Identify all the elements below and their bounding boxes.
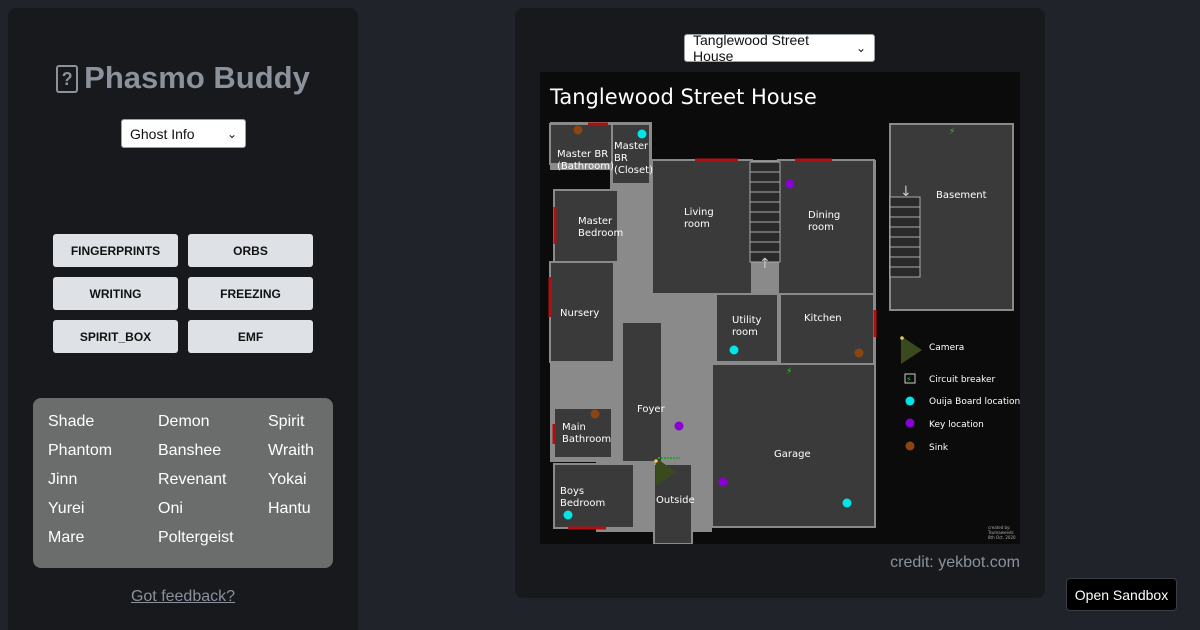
label-master-bedroom-2: Bedroom [578, 228, 623, 239]
label-living-room-1: Living [684, 207, 714, 218]
label-master-br-bathroom-1: Master BR [557, 149, 608, 160]
ghost-list: Shade Demon Spirit Phantom Banshee Wrait… [33, 398, 333, 568]
key-marker [674, 421, 684, 431]
key-marker [785, 179, 795, 189]
camera-dot [654, 459, 658, 463]
map-signature-3: 8th Oct. 2020 [988, 535, 1016, 540]
label-dining-room-2: room [808, 222, 834, 233]
sidebar: ? Phasmo Buddy Ghost Info ⌄ FINGERPRINTS … [8, 8, 358, 630]
label-master-br-bathroom-2: (Bathroom) [557, 161, 614, 172]
evidence-button-emf[interactable]: EMF [188, 320, 313, 353]
floor-plan-svg: Tanglewood Street House ↑ ↓ Master BR (B… [548, 85, 1020, 545]
legend-key-icon [905, 418, 915, 428]
label-master-br-closet-3: (Closet) [614, 165, 653, 176]
label-utility-room-2: room [732, 327, 758, 338]
label-master-br-closet-2: BR [614, 153, 628, 164]
legend-sink-label: Sink [929, 443, 949, 453]
ghost-item[interactable]: Yokai [268, 471, 307, 489]
legend-camera-icon [901, 336, 922, 364]
sink-marker [590, 409, 600, 419]
label-nursery: Nursery [560, 308, 599, 319]
label-utility-room-1: Utility [732, 315, 761, 326]
map-credit: credit: yekbot.com [890, 554, 1020, 571]
legend-camera-label: Camera [929, 343, 964, 353]
ghost-item[interactable]: Yurei [48, 500, 84, 518]
ghost-item[interactable]: Banshee [158, 442, 221, 460]
map-title: Tanglewood Street House [549, 85, 817, 109]
chevron-down-icon: ⌄ [226, 126, 237, 141]
legend-sink-icon [905, 441, 915, 451]
label-garage: Garage [774, 449, 811, 460]
stairs-up-arrow-icon: ↑ [759, 256, 771, 272]
ouija-marker [842, 498, 852, 508]
svg-text:⚡: ⚡ [906, 375, 912, 384]
evidence-button-spirit-box[interactable]: SPIRIT_BOX [53, 320, 178, 353]
ouija-marker [563, 510, 573, 520]
ghost-item[interactable]: Spirit [268, 413, 304, 431]
legend-key-label: Key location [929, 420, 984, 430]
ghost-item[interactable]: Mare [48, 529, 84, 547]
label-master-br-closet-1: Master [614, 141, 649, 152]
ghost-item[interactable]: Jinn [48, 471, 77, 489]
legend-ouija-label: Ouija Board location [929, 397, 1020, 407]
breaker-marker-icon: ⚡ [786, 367, 792, 377]
label-boys-bedroom-2: Bedroom [560, 498, 605, 509]
label-main-bathroom-1: Main [562, 422, 586, 433]
floor-plan-map: Tanglewood Street House ↑ ↓ Master BR (B… [540, 72, 1020, 545]
room-main-bathroom [553, 407, 613, 459]
sink-marker [854, 348, 864, 358]
ghost-item[interactable]: Revenant [158, 471, 227, 489]
ouija-marker [637, 129, 647, 139]
app-title-text: Phasmo Buddy [84, 60, 310, 95]
map-panel: Tanglewood Street House ⌄ Tanglewood Str… [515, 8, 1045, 598]
ghost-item[interactable]: Wraith [268, 442, 314, 460]
feedback-link[interactable]: Got feedback? [8, 588, 358, 606]
map-select[interactable]: Tanglewood Street House ⌄ [684, 32, 875, 64]
ghost-item[interactable]: Hantu [268, 500, 311, 518]
label-basement: Basement [936, 190, 987, 201]
room-foyer [621, 321, 663, 463]
label-living-room-2: room [684, 219, 710, 230]
map-select-value: Tanglewood Street House [693, 32, 809, 64]
mode-select-value: Ghost Info [130, 125, 195, 142]
label-kitchen: Kitchen [804, 313, 842, 324]
ghost-item[interactable]: Shade [48, 413, 94, 431]
open-sandbox-button[interactable]: Open Sandbox [1066, 578, 1177, 611]
app-title: ? Phasmo Buddy [8, 60, 358, 96]
label-outside: Outside [656, 495, 695, 506]
label-boys-bedroom-1: Boys [560, 486, 584, 497]
ghost-item[interactable]: Demon [158, 413, 210, 431]
ghost-item[interactable]: Phantom [48, 442, 112, 460]
label-foyer: Foyer [637, 404, 666, 415]
evidence-button-freezing[interactable]: FREEZING [188, 277, 313, 310]
label-dining-room-1: Dining [808, 210, 840, 221]
evidence-button-fingerprints[interactable]: FINGERPRINTS [53, 234, 178, 267]
label-master-bedroom-1: Master [578, 216, 613, 227]
chevron-down-icon: ⌄ [855, 41, 866, 55]
legend-breaker-label: Circuit breaker [929, 375, 996, 385]
legend-ouija-icon [905, 396, 915, 406]
ghost-item[interactable]: Oni [158, 500, 183, 518]
breaker-marker-icon: ⚡ [949, 127, 955, 137]
evidence-button-orbs[interactable]: ORBS [188, 234, 313, 267]
sink-marker [573, 125, 583, 135]
ghost-logo-icon: ? [56, 65, 79, 93]
evidence-button-writing[interactable]: WRITING [53, 277, 178, 310]
ghost-item[interactable]: Poltergeist [158, 529, 234, 547]
mode-select[interactable]: Ghost Info ⌄ [121, 119, 246, 148]
ouija-marker [729, 345, 739, 355]
key-marker [718, 477, 728, 487]
label-main-bathroom-2: Bathroom [562, 434, 611, 445]
stairs-down-arrow-icon: ↓ [900, 184, 912, 200]
